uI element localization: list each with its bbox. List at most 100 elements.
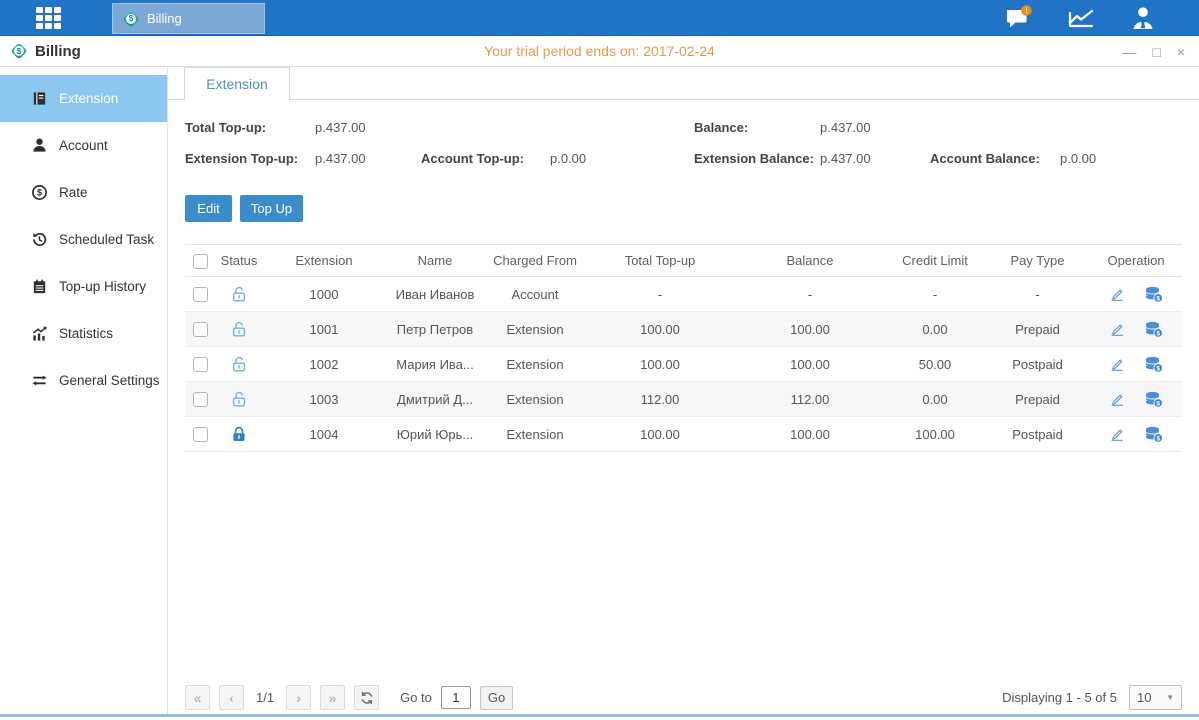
user-account-icon[interactable] <box>1129 5 1157 31</box>
goto-page-input[interactable] <box>441 686 471 709</box>
cell-pay-type: Prepaid <box>985 382 1090 417</box>
col-name: Name <box>385 245 485 277</box>
top-up-button[interactable]: Top Up <box>240 195 303 222</box>
page-size-value: 10 <box>1137 690 1151 705</box>
col-total-topup: Total Top-up <box>585 245 735 277</box>
topup-coins-icon[interactable]: $ <box>1144 390 1164 408</box>
cell-credit-limit: 0.00 <box>885 382 985 417</box>
account-balance-value: p.0.00 <box>1060 151 1096 166</box>
cell-balance: 100.00 <box>735 312 885 347</box>
cell-extension: 1004 <box>263 417 385 452</box>
sidebar-item-statistics[interactable]: Statistics <box>0 310 167 357</box>
edit-pencil-icon[interactable] <box>1108 285 1126 303</box>
status-unlocked-icon[interactable] <box>230 355 248 373</box>
next-page-button[interactable]: › <box>286 685 311 710</box>
cell-charged-from: Extension <box>485 417 585 452</box>
total-topup-value: p.437.00 <box>315 120 366 135</box>
first-page-button[interactable]: « <box>185 685 210 710</box>
status-unlocked-icon[interactable] <box>230 390 248 408</box>
summary-row-2: Extension Top-up: p.437.00 Account Top-u… <box>168 151 1199 169</box>
topup-coins-icon[interactable]: $ <box>1144 355 1164 373</box>
extension-balance-value: p.437.00 <box>820 151 871 166</box>
account-topup-value: p.0.00 <box>550 151 586 166</box>
cell-pay-type: Postpaid <box>985 417 1090 452</box>
edit-pencil-icon[interactable] <box>1108 425 1126 443</box>
tab-extension[interactable]: Extension <box>184 67 290 101</box>
notepad-icon <box>30 278 48 296</box>
billing-window-icon: $ <box>10 42 28 60</box>
edit-pencil-icon[interactable] <box>1108 355 1126 373</box>
balance-label: Balance: <box>694 120 748 135</box>
balance-value: p.437.00 <box>820 120 871 135</box>
maximize-icon[interactable]: □ <box>1152 45 1160 59</box>
window-title-bar: $ Billing Your trial period ends on: 201… <box>0 36 1199 67</box>
window-bottom-border <box>0 714 1199 717</box>
topup-coins-icon[interactable]: $ <box>1144 285 1164 303</box>
notification-badge: ! <box>1025 6 1028 15</box>
sidebar-item-extension[interactable]: Extension <box>0 75 167 122</box>
cell-pay-type: Prepaid <box>985 312 1090 347</box>
sidebar-item-label: Top-up History <box>59 279 146 294</box>
row-checkbox[interactable] <box>193 322 208 337</box>
sidebar-item-label: Statistics <box>59 326 113 341</box>
extension-topup-label: Extension Top-up: <box>185 151 298 166</box>
content-area: Extension Total Top-up: p.437.00 Balance… <box>168 67 1199 717</box>
table-row: 1000 Иван Иванов Account - - - - <box>185 277 1182 312</box>
edit-pencil-icon[interactable] <box>1108 390 1126 408</box>
cell-extension: 1000 <box>263 277 385 312</box>
top-bar: $ Billing ! <box>0 0 1199 36</box>
minimize-icon[interactable]: — <box>1122 45 1136 59</box>
sidebar-item-general-settings[interactable]: General Settings <box>0 357 167 404</box>
close-icon[interactable]: × <box>1177 45 1185 59</box>
trial-notice: Your trial period ends on: 2017-02-24 <box>0 43 1199 59</box>
window-title: Billing <box>35 43 81 60</box>
row-checkbox[interactable] <box>193 287 208 302</box>
messages-icon[interactable]: ! <box>1005 5 1033 31</box>
select-all-checkbox[interactable] <box>193 254 208 269</box>
app-launcher-icon[interactable] <box>36 7 68 30</box>
sidebar-item-label: Extension <box>59 91 118 106</box>
svg-text:$: $ <box>1156 365 1160 372</box>
statistics-chart-icon[interactable] <box>1067 5 1095 31</box>
cell-balance: - <box>735 277 885 312</box>
last-page-button[interactable]: » <box>320 685 345 710</box>
cell-name: Мария Ива... <box>385 347 485 382</box>
cell-name: Юрий Юрь... <box>385 417 485 452</box>
refresh-button[interactable] <box>354 685 379 710</box>
cell-charged-from: Extension <box>485 382 585 417</box>
sidebar-item-scheduled-task[interactable]: Scheduled Task <box>0 216 167 263</box>
go-button[interactable]: Go <box>480 686 513 710</box>
sidebar-item-account[interactable]: Account <box>0 122 167 169</box>
taskbar-tab-label: Billing <box>147 11 182 26</box>
topup-coins-icon[interactable]: $ <box>1144 320 1164 338</box>
row-checkbox[interactable] <box>193 427 208 442</box>
cell-credit-limit: 50.00 <box>885 347 985 382</box>
svg-text:$: $ <box>1156 400 1160 407</box>
edit-button[interactable]: Edit <box>185 195 232 222</box>
topup-coins-icon[interactable]: $ <box>1144 425 1164 443</box>
status-locked-icon[interactable] <box>230 425 248 443</box>
svg-text:$: $ <box>1156 330 1160 337</box>
row-checkbox[interactable] <box>193 392 208 407</box>
table-body: 1000 Иван Иванов Account - - - - <box>185 277 1182 452</box>
taskbar-tab-billing[interactable]: $ Billing <box>112 3 265 34</box>
sidebar-item-label: Rate <box>59 185 88 200</box>
cell-balance: 100.00 <box>735 417 885 452</box>
history-clock-icon <box>30 231 48 249</box>
cell-credit-limit: - <box>885 277 985 312</box>
sidebar-item-rate[interactable]: $ Rate <box>0 169 167 216</box>
cell-total-topup: 112.00 <box>585 382 735 417</box>
status-unlocked-icon[interactable] <box>230 320 248 338</box>
page-size-dropdown[interactable]: 10 ▼ <box>1129 685 1182 710</box>
sidebar-item-topup-history[interactable]: Top-up History <box>0 263 167 310</box>
bar-chart-icon <box>30 325 48 343</box>
cell-pay-type: - <box>985 277 1090 312</box>
cell-charged-from: Account <box>485 277 585 312</box>
edit-pencil-icon[interactable] <box>1108 320 1126 338</box>
status-unlocked-icon[interactable] <box>230 285 248 303</box>
sidebar-item-label: Account <box>59 138 108 153</box>
account-balance-label: Account Balance: <box>930 151 1040 166</box>
prev-page-button[interactable]: ‹ <box>219 685 244 710</box>
row-checkbox[interactable] <box>193 357 208 372</box>
col-balance: Balance <box>735 245 885 277</box>
